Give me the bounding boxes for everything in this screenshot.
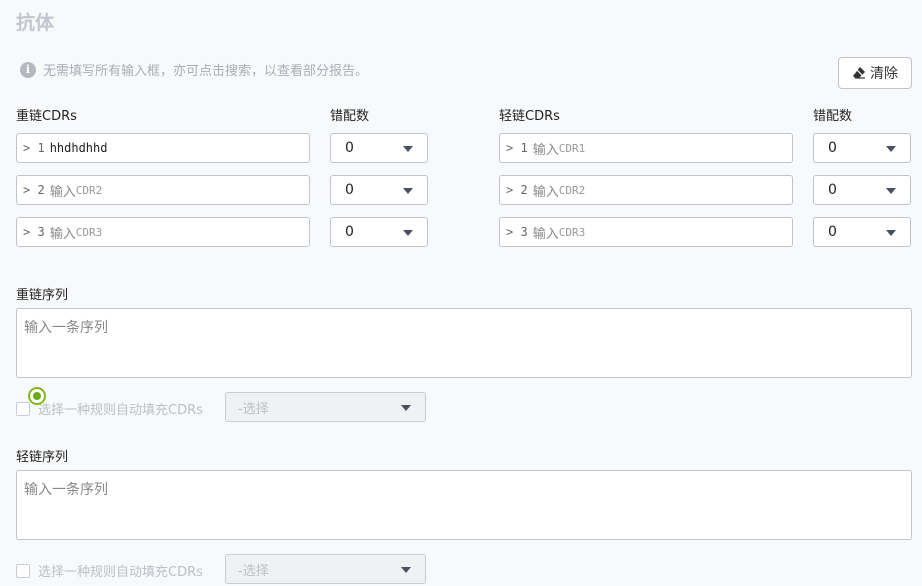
auto-fill-label: 选择一种规则自动填充CDRs <box>38 403 203 418</box>
cdr-placeholder-text: 输入 <box>532 184 559 200</box>
heavy-cdr2-input[interactable]: > 2 输入 CDR2 <box>16 175 310 205</box>
light-cdrs-label: 轻链CDRs <box>499 109 560 124</box>
light-auto-fill-checkbox[interactable] <box>16 563 30 578</box>
caret-down-icon <box>886 188 896 194</box>
select-value: 0 <box>828 182 837 198</box>
light-cdr3-input[interactable]: > 3 输入 CDR3 <box>499 217 793 247</box>
cdr-placeholder-text: 输入 <box>49 226 76 242</box>
heavy-cdr1-mismatch-select[interactable]: 0 <box>330 133 428 163</box>
caret-down-icon <box>886 146 896 152</box>
cdr-placeholder-text: 输入 <box>49 184 76 200</box>
caret-down-icon <box>401 405 411 411</box>
select-placeholder: -选择 <box>238 401 269 417</box>
cdr-placeholder-code: CDR3 <box>558 225 586 239</box>
heavy-seq-label: 重链序列 <box>16 288 69 303</box>
select-placeholder: -选择 <box>238 563 269 579</box>
cdr-prefix: > 1 <box>23 141 45 155</box>
light-mismatch-label: 错配数 <box>813 109 853 124</box>
heavy-mismatch-label: 错配数 <box>330 109 370 124</box>
cdr-placeholder-code: CDR2 <box>558 183 586 197</box>
hint-text: 无需填写所有输入框，亦可点击搜索，以查看部分报告。 <box>43 64 369 79</box>
select-value: 0 <box>345 224 354 240</box>
heavy-cdr1-input[interactable]: > 1 hhdhdhhd <box>16 133 310 163</box>
cdr-prefix: > 3 <box>23 225 45 239</box>
select-value: 0 <box>828 224 837 240</box>
light-rule-select[interactable]: -选择 <box>225 554 426 584</box>
heavy-cdr3-mismatch-select[interactable]: 0 <box>330 217 428 247</box>
cursor-indicator-icon <box>28 387 46 405</box>
cdr-placeholder-text: 输入 <box>532 142 559 158</box>
light-auto-fill-option[interactable]: 选择一种规则自动填充CDRs <box>16 561 203 580</box>
heavy-cdr2-mismatch-select[interactable]: 0 <box>330 175 428 205</box>
auto-fill-label: 选择一种规则自动填充CDRs <box>38 565 203 580</box>
heavy-auto-fill-checkbox[interactable] <box>16 401 30 416</box>
cdr-prefix: > 3 <box>506 225 528 239</box>
caret-down-icon <box>403 230 413 236</box>
cdr-placeholder-code: CDR2 <box>75 183 103 197</box>
cdr-placeholder-code: CDR1 <box>558 141 586 155</box>
eraser-icon <box>853 67 865 79</box>
light-cdr2-mismatch-select[interactable]: 0 <box>813 175 911 205</box>
heavy-cdrs-label: 重链CDRs <box>16 109 77 124</box>
cdr-prefix: > 2 <box>23 183 45 197</box>
heavy-auto-fill-option[interactable]: 选择一种规则自动填充CDRs <box>16 399 203 418</box>
heavy-cdr3-input[interactable]: > 3 输入 CDR3 <box>16 217 310 247</box>
page-title: 抗体 <box>16 12 55 34</box>
select-value: 0 <box>828 140 837 156</box>
caret-down-icon <box>403 188 413 194</box>
clear-button-label: 清除 <box>870 66 898 82</box>
cdr-placeholder-code: CDR3 <box>75 225 103 239</box>
caret-down-icon <box>886 230 896 236</box>
select-value: 0 <box>345 140 354 156</box>
caret-down-icon <box>403 146 413 152</box>
select-value: 0 <box>345 182 354 198</box>
cdr-value: hhdhdhhd <box>49 141 108 155</box>
light-cdr1-input[interactable]: > 1 输入 CDR1 <box>499 133 793 163</box>
light-seq-label: 轻链序列 <box>16 450 69 465</box>
textarea-placeholder: 输入一条序列 <box>24 482 108 498</box>
light-cdr1-mismatch-select[interactable]: 0 <box>813 133 911 163</box>
textarea-placeholder: 输入一条序列 <box>24 320 108 336</box>
light-cdr2-input[interactable]: > 2 输入 CDR2 <box>499 175 793 205</box>
light-seq-textarea[interactable]: 输入一条序列 <box>16 470 912 540</box>
heavy-seq-textarea[interactable]: 输入一条序列 <box>16 308 912 378</box>
cdr-prefix: > 2 <box>506 183 528 197</box>
cdr-prefix: > 1 <box>506 141 528 155</box>
heavy-rule-select[interactable]: -选择 <box>225 392 426 422</box>
cdr-placeholder-text: 输入 <box>532 226 559 242</box>
info-icon: i <box>20 61 36 78</box>
clear-button[interactable]: 清除 <box>838 57 912 89</box>
hint-message: i 无需填写所有输入框，亦可点击搜索，以查看部分报告。 <box>20 60 368 79</box>
light-cdr3-mismatch-select[interactable]: 0 <box>813 217 911 247</box>
caret-down-icon <box>401 567 411 573</box>
